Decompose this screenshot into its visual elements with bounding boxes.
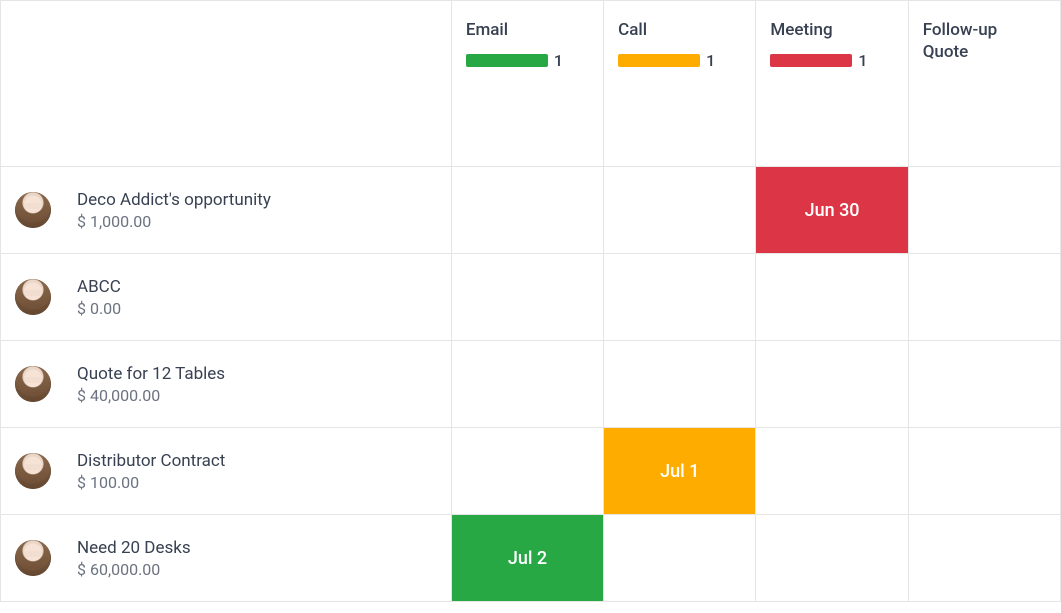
table-row[interactable]: Need 20 Desks $ 60,000.00 Jul 2 [1, 515, 1061, 602]
header-progress[interactable]: 1 [618, 51, 715, 70]
avatar[interactable] [15, 366, 51, 402]
avatar[interactable] [15, 192, 51, 228]
progress-count: 1 [858, 51, 867, 70]
progress-bar [466, 54, 548, 67]
activity-badge[interactable]: Jul 2 [452, 515, 603, 601]
record-amount: $ 40,000.00 [77, 386, 225, 405]
activity-cell-email[interactable] [451, 167, 603, 254]
activity-cell-call[interactable] [604, 341, 756, 428]
record-title: ABCC [77, 277, 121, 297]
activity-cell-call[interactable]: Jul 1 [604, 428, 756, 515]
activity-cell-call[interactable] [604, 254, 756, 341]
record-cell[interactable]: Quote for 12 Tables $ 40,000.00 [1, 341, 451, 427]
record-amount: $ 100.00 [77, 473, 225, 492]
header-row: Email 1 Call 1 Meeting [1, 1, 1061, 167]
table-row[interactable]: Quote for 12 Tables $ 40,000.00 [1, 341, 1061, 428]
activity-cell-followup[interactable] [908, 428, 1060, 515]
header-progress[interactable]: 1 [770, 51, 867, 70]
record-amount: $ 1,000.00 [77, 212, 271, 231]
record-cell[interactable]: Distributor Contract $ 100.00 [1, 428, 451, 514]
table-row[interactable]: Distributor Contract $ 100.00 Jul 1 [1, 428, 1061, 515]
progress-bar [618, 54, 700, 67]
record-title: Quote for 12 Tables [77, 364, 225, 384]
activity-cell-email[interactable] [451, 254, 603, 341]
header-label: Email [466, 19, 508, 41]
activity-cell-followup[interactable] [908, 254, 1060, 341]
activity-cell-email[interactable] [451, 428, 603, 515]
activity-cell-followup[interactable] [908, 167, 1060, 254]
activity-cell-meeting[interactable] [756, 341, 908, 428]
activity-cell-call[interactable] [604, 515, 756, 602]
record-cell[interactable]: Need 20 Desks $ 60,000.00 [1, 515, 451, 601]
record-cell[interactable]: ABCC $ 0.00 [1, 254, 451, 340]
avatar[interactable] [15, 540, 51, 576]
activity-cell-call[interactable] [604, 167, 756, 254]
activity-cell-email[interactable] [451, 341, 603, 428]
table-row[interactable]: ABCC $ 0.00 [1, 254, 1061, 341]
header-progress[interactable]: 1 [466, 51, 563, 70]
record-title: Need 20 Desks [77, 538, 191, 558]
header-label: Meeting [770, 19, 832, 41]
avatar[interactable] [15, 453, 51, 489]
header-meeting[interactable]: Meeting 1 [756, 1, 908, 167]
header-followup-quote[interactable]: Follow-up Quote [908, 1, 1060, 167]
record-title: Deco Addict's opportunity [77, 190, 271, 210]
activity-badge[interactable]: Jul 1 [604, 428, 755, 514]
activity-cell-meeting[interactable] [756, 428, 908, 515]
table-row[interactable]: Deco Addict's opportunity $ 1,000.00 Jun… [1, 167, 1061, 254]
activity-cell-meeting[interactable]: Jun 30 [756, 167, 908, 254]
header-empty [1, 1, 452, 167]
record-amount: $ 60,000.00 [77, 560, 191, 579]
progress-count: 1 [554, 51, 563, 70]
header-call[interactable]: Call 1 [604, 1, 756, 167]
activity-cell-followup[interactable] [908, 341, 1060, 428]
activity-grid: Email 1 Call 1 Meeting [0, 0, 1061, 613]
progress-count: 1 [706, 51, 715, 70]
header-email[interactable]: Email 1 [451, 1, 603, 167]
activity-cell-meeting[interactable] [756, 515, 908, 602]
record-amount: $ 0.00 [77, 299, 121, 318]
header-label: Follow-up Quote [923, 19, 1033, 63]
activity-cell-email[interactable]: Jul 2 [451, 515, 603, 602]
record-cell[interactable]: Deco Addict's opportunity $ 1,000.00 [1, 167, 451, 253]
activity-cell-followup[interactable] [908, 515, 1060, 602]
record-title: Distributor Contract [77, 451, 225, 471]
activity-table: Email 1 Call 1 Meeting [0, 0, 1061, 602]
header-label: Call [618, 19, 647, 41]
activity-badge[interactable]: Jun 30 [756, 167, 907, 253]
activity-cell-meeting[interactable] [756, 254, 908, 341]
progress-bar [770, 54, 852, 67]
avatar[interactable] [15, 279, 51, 315]
